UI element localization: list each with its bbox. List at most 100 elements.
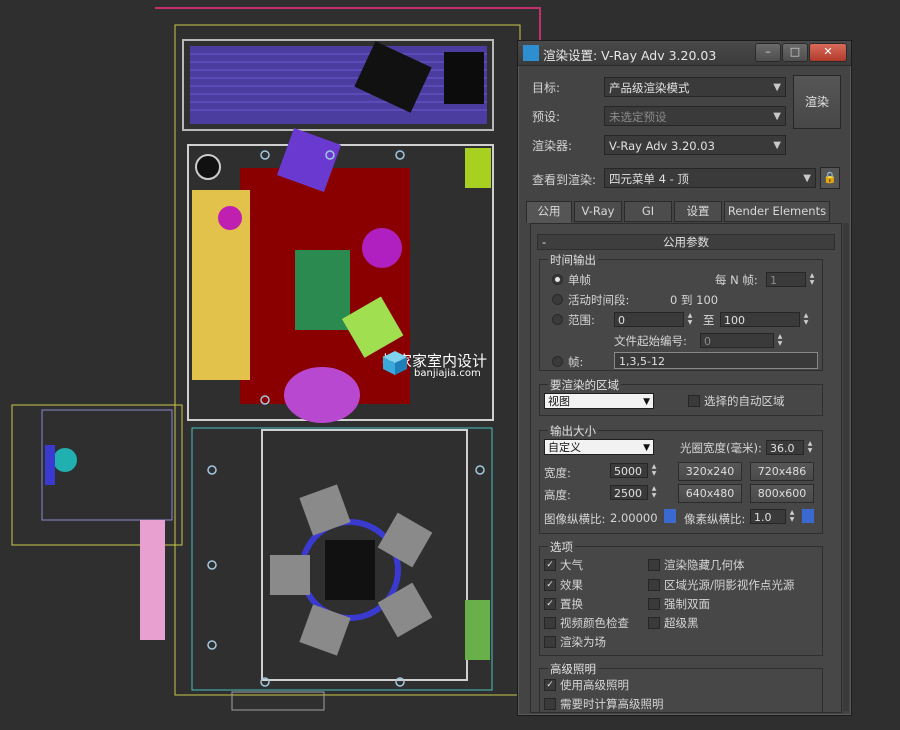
file-start-label: 文件起始编号: bbox=[614, 334, 687, 348]
tab-vray[interactable]: V-Ray bbox=[574, 201, 622, 222]
spinner-icon[interactable]: ▲ ▼ bbox=[686, 312, 694, 327]
common-panel: - 公用参数 时间输出 单帧 每 N 帧: 1 ▲ ▼ 活动时间段: 0 到 10… bbox=[530, 223, 842, 713]
video-color-check-checkbox[interactable] bbox=[544, 617, 556, 629]
tab-render-elements[interactable]: Render Elements bbox=[724, 201, 830, 222]
render-area-dropdown[interactable]: 视图 ▼ bbox=[544, 393, 654, 409]
range-from-input[interactable]: 0 bbox=[614, 312, 684, 327]
active-segment-radio[interactable] bbox=[552, 294, 563, 305]
file-start-input[interactable]: 0 bbox=[700, 333, 774, 348]
range-to-input[interactable]: 100 bbox=[720, 312, 800, 327]
advanced-lighting-title: 高级照明 bbox=[548, 661, 598, 677]
title-bar[interactable]: 渲染设置: V-Ray Adv 3.20.03 – □ ✕ bbox=[518, 41, 851, 66]
size-640x480-button[interactable]: 640x480 bbox=[678, 484, 742, 503]
preset-dropdown[interactable]: 未选定预设 ▼ bbox=[604, 106, 786, 126]
atmosphere-label: 大气 bbox=[560, 558, 583, 572]
frames-input[interactable]: 1,3,5-12 bbox=[614, 352, 818, 369]
spinner-icon[interactable]: ▲ ▼ bbox=[788, 509, 796, 524]
every-n-label: 每 N 帧: bbox=[715, 273, 758, 287]
app-icon bbox=[523, 45, 539, 61]
chevron-down-icon: ▼ bbox=[803, 173, 811, 184]
force-2sided-checkbox[interactable] bbox=[648, 598, 660, 610]
time-output-title: 时间输出 bbox=[548, 252, 598, 268]
force-2sided-label: 强制双面 bbox=[664, 597, 710, 611]
preset-label: 预设: bbox=[532, 110, 561, 124]
height-input[interactable]: 2500 bbox=[610, 485, 648, 500]
chevron-down-icon: ▼ bbox=[773, 111, 781, 122]
spinner-icon[interactable]: ▲ ▼ bbox=[806, 440, 814, 455]
tab-settings[interactable]: 设置 bbox=[674, 201, 722, 222]
output-size-preset: 自定义 bbox=[548, 441, 581, 454]
spinner-icon[interactable]: ▲ ▼ bbox=[650, 485, 658, 500]
height-label: 高度: bbox=[544, 488, 571, 502]
super-black-checkbox[interactable] bbox=[648, 617, 660, 629]
render-button[interactable]: 渲染 bbox=[793, 75, 841, 129]
target-label: 目标: bbox=[532, 81, 561, 95]
auto-region-label: 选择的自动区域 bbox=[704, 394, 785, 408]
pixel-aspect-input[interactable]: 1.0 bbox=[750, 509, 786, 524]
lock-aspect-icon[interactable] bbox=[664, 509, 676, 523]
range-to-label: 至 bbox=[703, 313, 715, 327]
spinner-icon[interactable]: ▲ ▼ bbox=[650, 463, 658, 478]
width-input[interactable]: 5000 bbox=[610, 463, 648, 478]
dialog-title: 渲染设置: V-Ray Adv 3.20.03 bbox=[543, 48, 717, 63]
frames-radio[interactable] bbox=[552, 356, 563, 367]
aperture-input[interactable]: 36.0 bbox=[766, 440, 804, 455]
tab-common[interactable]: 公用 bbox=[526, 201, 572, 223]
use-advanced-lighting-checkbox[interactable]: ✓ bbox=[544, 679, 556, 691]
options-title: 选项 bbox=[548, 539, 575, 555]
chevron-down-icon: ▼ bbox=[643, 397, 650, 407]
range-label: 范围: bbox=[568, 313, 595, 327]
renderer-label: 渲染器: bbox=[532, 139, 573, 153]
area-lights-label: 区域光源/阴影视作点光源 bbox=[664, 578, 795, 592]
auto-region-checkbox[interactable] bbox=[688, 395, 700, 407]
use-advanced-lighting-label: 使用高级照明 bbox=[560, 678, 629, 692]
spinner-icon[interactable]: ▲ ▼ bbox=[802, 312, 810, 327]
panel-scrollbar[interactable] bbox=[843, 223, 849, 711]
area-lights-checkbox[interactable] bbox=[648, 579, 660, 591]
close-button[interactable]: ✕ bbox=[809, 43, 847, 62]
active-range-value: 0 到 100 bbox=[670, 293, 719, 307]
view-to-render-value: 四元菜单 4 - 顶 bbox=[609, 172, 689, 186]
single-frame-radio[interactable] bbox=[552, 274, 563, 285]
pixel-aspect-label: 像素纵横比: bbox=[684, 512, 746, 526]
chevron-down-icon: ▼ bbox=[773, 82, 781, 93]
collapse-icon: - bbox=[542, 235, 547, 249]
render-fields-checkbox[interactable] bbox=[544, 636, 556, 648]
tab-gi[interactable]: GI bbox=[624, 201, 672, 222]
renderer-value: V-Ray Adv 3.20.03 bbox=[609, 139, 715, 153]
render-fields-label: 渲染为场 bbox=[560, 635, 606, 649]
size-720x486-button[interactable]: 720x486 bbox=[750, 462, 814, 481]
displacement-checkbox[interactable]: ✓ bbox=[544, 598, 556, 610]
effects-checkbox[interactable]: ✓ bbox=[544, 579, 556, 591]
image-aspect-value: 2.00000 bbox=[610, 511, 658, 525]
renderer-dropdown[interactable]: V-Ray Adv 3.20.03 ▼ bbox=[604, 135, 786, 155]
every-n-input[interactable]: 1 bbox=[766, 272, 806, 287]
range-radio[interactable] bbox=[552, 314, 563, 325]
render-area-value: 视图 bbox=[548, 395, 570, 408]
output-size-group: 输出大小 自定义 ▼ 光圈宽度(毫米): 36.0 ▲ ▼ 宽度: 5000 ▲ ▼… bbox=[539, 423, 823, 534]
rollout-common-params[interactable]: - 公用参数 bbox=[537, 234, 835, 250]
render-hidden-checkbox[interactable] bbox=[648, 559, 660, 571]
options-group: 选项 ✓ 大气 ✓ 效果 ✓ 置换 视频颜色检查 渲染为场 渲染隐藏几何体 区域… bbox=[539, 539, 823, 656]
spinner-icon[interactable]: ▲ ▼ bbox=[808, 272, 816, 287]
brand-cube-icon bbox=[383, 351, 407, 375]
atmosphere-checkbox[interactable]: ✓ bbox=[544, 559, 556, 571]
time-output-group: 时间输出 单帧 每 N 帧: 1 ▲ ▼ 活动时间段: 0 到 100 范围: 0… bbox=[539, 252, 823, 371]
render-area-title: 要渲染的区域 bbox=[548, 377, 621, 393]
lock-icon[interactable]: 🔒 bbox=[820, 167, 840, 189]
maximize-button[interactable]: □ bbox=[782, 43, 808, 62]
chevron-down-icon: ▼ bbox=[773, 140, 781, 151]
size-800x600-button[interactable]: 800x600 bbox=[750, 484, 814, 503]
size-320x240-button[interactable]: 320x240 bbox=[678, 462, 742, 481]
lock-pixel-aspect-icon[interactable] bbox=[802, 509, 814, 523]
active-segment-label: 活动时间段: bbox=[568, 293, 630, 307]
compute-advanced-lighting-checkbox[interactable] bbox=[544, 698, 556, 710]
view-to-render-label: 查看到渲染: bbox=[532, 173, 597, 187]
view-to-render-dropdown[interactable]: 四元菜单 4 - 顶 ▼ bbox=[604, 168, 816, 188]
super-black-label: 超级黑 bbox=[664, 616, 699, 630]
minimize-button[interactable]: – bbox=[755, 43, 781, 62]
target-dropdown[interactable]: 产品级渲染模式 ▼ bbox=[604, 77, 786, 97]
spinner-icon[interactable]: ▲ ▼ bbox=[776, 333, 784, 348]
render-setup-dialog[interactable]: 渲染设置: V-Ray Adv 3.20.03 – □ ✕ 目标: 产品级渲染模… bbox=[517, 40, 852, 716]
output-size-dropdown[interactable]: 自定义 ▼ bbox=[544, 439, 654, 455]
